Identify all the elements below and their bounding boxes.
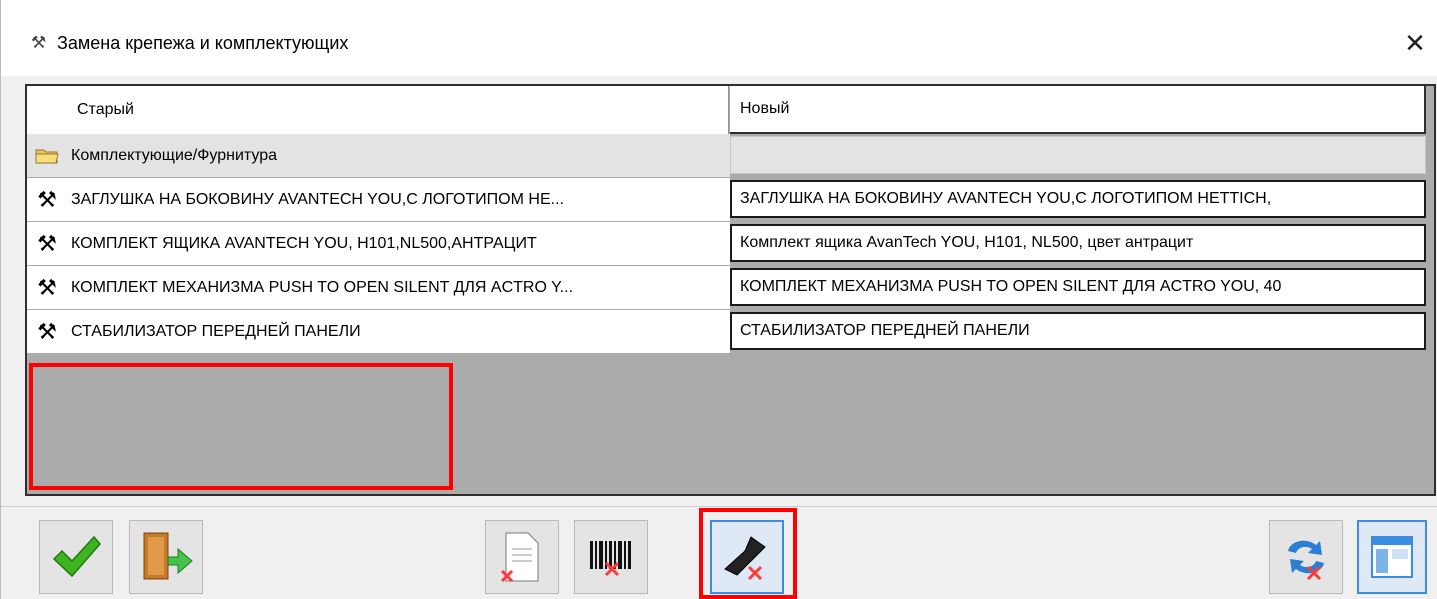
table-row[interactable]: ⚒ КОМПЛЕКТ ЯЩИКА AVANTECH YOU, H101,NL50… xyxy=(27,222,1434,266)
new-item-cell[interactable]: ЗАГЛУШКА НА БОКОВИНУ AVANTECH YOU,С ЛОГО… xyxy=(730,180,1426,218)
tools-icon: ⚒ xyxy=(27,266,67,309)
old-item-cell: КОМПЛЕКТ МЕХАНИЗМА PUSH TO OPEN SILENT Д… xyxy=(67,266,730,309)
fastener-swap-icon: ⚒ xyxy=(31,33,47,52)
group-label: Комплектующие/Фурнитура xyxy=(67,134,730,177)
old-item-cell: ЗАГЛУШКА НА БОКОВИНУ AVANTECH YOU,С ЛОГО… xyxy=(67,178,730,221)
window-title: Замена крепежа и комплектующих xyxy=(57,33,349,53)
window-layout-icon xyxy=(1371,536,1413,578)
replace-cancel-button[interactable] xyxy=(1269,520,1343,594)
new-item-cell[interactable]: Комплект ящика AvanTech YOU, H101, NL500… xyxy=(730,224,1426,262)
old-item-cell: СТАБИЛИЗАТОР ПЕРЕДНЕЙ ПАНЕЛИ xyxy=(67,310,730,353)
door-exit-icon xyxy=(143,532,193,580)
table-row[interactable]: ⚒ СТАБИЛИЗАТОР ПЕРЕДНЕЙ ПАНЕЛИ СТАБИЛИЗА… xyxy=(27,310,1434,354)
barcode-delete-icon xyxy=(590,541,631,577)
old-item-cell: КОМПЛЕКТ ЯЩИКА AVANTECH YOU, H101,NL500,… xyxy=(67,222,730,265)
new-item-cell[interactable]: КОМПЛЕКТ МЕХАНИЗМА PUSH TO OPEN SILENT Д… xyxy=(730,268,1426,306)
column-header-old[interactable]: Старый xyxy=(67,86,729,134)
replacement-grid: Старый Новый Комплектующие/Фурнитура ⚒ З… xyxy=(25,84,1436,496)
window-layout-button[interactable] xyxy=(1357,520,1427,594)
group-row[interactable]: Комплектующие/Фурнитура xyxy=(27,134,1434,178)
tools-icon: ⚒ xyxy=(27,222,67,265)
empty-area-highlight xyxy=(29,363,453,490)
ok-button[interactable] xyxy=(39,520,113,594)
column-header-new[interactable]: Новый xyxy=(730,86,1426,134)
selected-button-highlight xyxy=(699,508,797,599)
close-button[interactable]: ✕ xyxy=(1392,20,1437,66)
clear-document-button[interactable] xyxy=(485,520,559,594)
folder-icon xyxy=(27,134,67,177)
new-item-cell[interactable]: СТАБИЛИЗАТОР ПЕРЕДНЕЙ ПАНЕЛИ xyxy=(730,312,1426,350)
checkmark-icon xyxy=(52,535,101,578)
tools-icon: ⚒ xyxy=(27,178,67,221)
exit-button[interactable] xyxy=(129,520,203,594)
document-delete-icon xyxy=(500,532,539,583)
swap-cancel-icon xyxy=(1288,540,1324,581)
replace-fasteners-dialog: ⚒ Замена крепежа и комплектующих ✕ Стары… xyxy=(0,0,1437,599)
table-row[interactable]: ⚒ КОМПЛЕКТ МЕХАНИЗМА PUSH TO OPEN SILENT… xyxy=(27,266,1434,310)
table-row[interactable]: ⚒ ЗАГЛУШКА НА БОКОВИНУ AVANTECH YOU,С ЛО… xyxy=(27,178,1434,222)
group-new-cell xyxy=(730,136,1426,174)
header-icon-cell xyxy=(27,86,67,134)
clear-barcode-button[interactable] xyxy=(574,520,648,594)
tools-icon: ⚒ xyxy=(27,310,67,353)
title-bar: ⚒ Замена крепежа и комплектующих ✕ xyxy=(1,0,1437,76)
